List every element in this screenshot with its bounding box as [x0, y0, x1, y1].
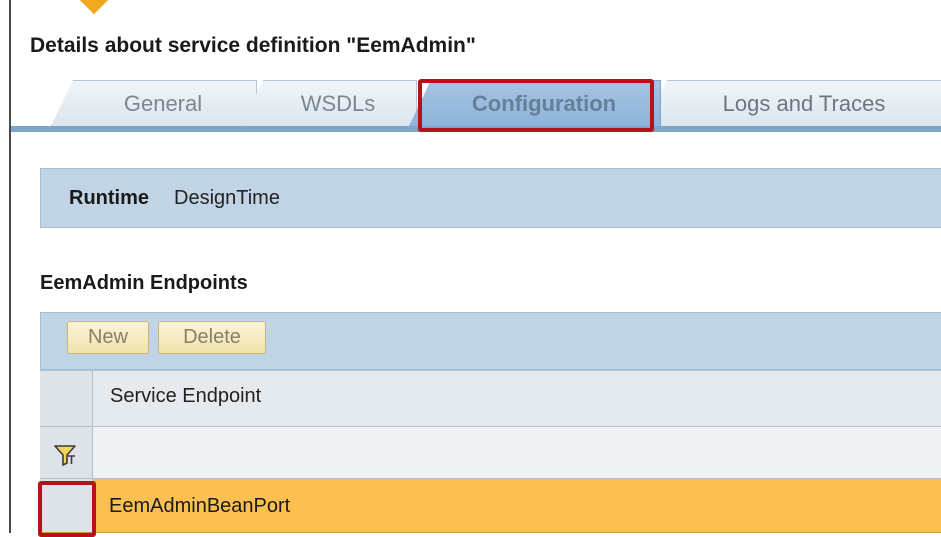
tab-logs-and-traces[interactable]: Logs and Traces [645, 80, 941, 126]
select-all-header[interactable] [40, 371, 93, 426]
delete-button[interactable]: Delete [158, 321, 266, 354]
filter-cell [40, 427, 93, 478]
endpoints-toolbar: New Delete [40, 312, 941, 370]
service-endpoint-cell: EemAdminBeanPort [109, 495, 291, 517]
endpoints-section-title: EemAdmin Endpoints [40, 272, 248, 294]
table-header: Service Endpoint [40, 370, 941, 427]
row-select-cell[interactable] [40, 479, 93, 532]
tab-wsdls[interactable]: WSDLs [241, 80, 417, 126]
new-button[interactable]: New [67, 321, 149, 354]
runtime-value: DesignTime [174, 186, 280, 209]
tab-configuration[interactable]: Configuration [409, 80, 661, 126]
filter-row [40, 427, 941, 479]
table-row[interactable]: EemAdminBeanPort [40, 479, 941, 533]
callout-marker [72, 0, 116, 15]
tab-general[interactable]: General [51, 80, 257, 126]
column-header-service-endpoint[interactable]: Service Endpoint [110, 385, 261, 408]
runtime-panel: Runtime DesignTime [40, 168, 941, 228]
runtime-label: Runtime [69, 186, 149, 209]
page-title: Details about service definition "EemAdm… [30, 34, 476, 57]
filter-icon[interactable] [53, 443, 77, 467]
tabstrip: General WSDLs Logs and Traces Configurat… [11, 72, 941, 132]
